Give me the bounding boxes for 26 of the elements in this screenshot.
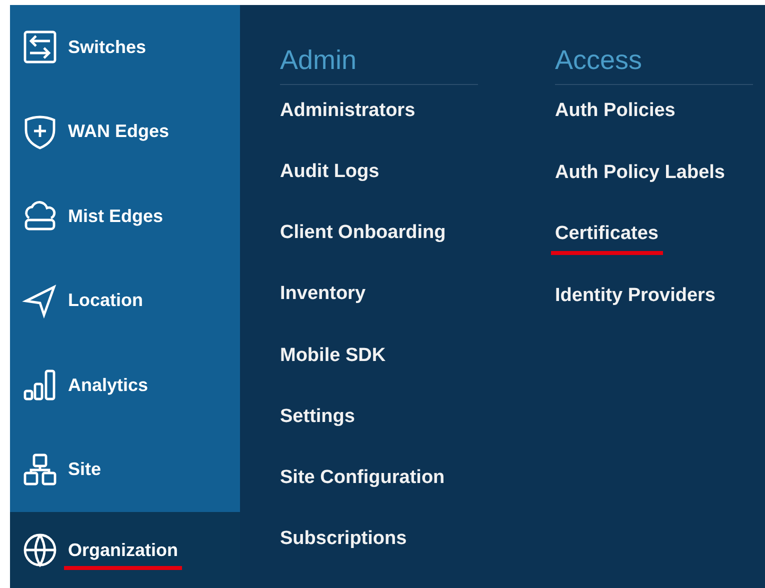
sidebar-item[interactable]: Mist Edges	[10, 174, 240, 258]
menu-link[interactable]: Subscriptions	[280, 526, 407, 588]
sidebar-item[interactable]: Switches	[10, 5, 240, 90]
section-heading: Admin	[280, 45, 478, 85]
sidebar-item[interactable]: WAN Edges	[10, 90, 240, 174]
menu-link[interactable]: Inventory	[280, 282, 366, 344]
menu-link[interactable]: Audit Logs	[280, 160, 380, 222]
sidebar-item[interactable]: Location	[10, 258, 240, 343]
navigation-arrow-icon	[22, 282, 58, 319]
switch-icon	[22, 29, 58, 66]
menu-link[interactable]: Client Onboarding	[280, 221, 446, 282]
globe-icon	[22, 532, 58, 568]
menu-link[interactable]: Auth Policy Labels	[555, 160, 725, 222]
menu-link[interactable]: Site Configuration	[280, 466, 445, 527]
sidebar-item[interactable]: Analytics	[10, 343, 240, 428]
menu-link[interactable]: Mobile SDK	[280, 344, 386, 405]
shield-plus-icon	[22, 114, 58, 150]
sidebar-item[interactable]: Organization	[10, 512, 240, 588]
menu-link[interactable]: Identity Providers	[555, 284, 716, 346]
sidebar-item[interactable]: Site	[10, 428, 240, 512]
blocks-icon	[22, 452, 58, 488]
menu-link[interactable]: Auth Policies	[555, 99, 676, 161]
menu-link[interactable]: Settings	[280, 404, 355, 466]
section-heading: Access	[555, 45, 753, 85]
menu-link[interactable]: Administrators	[280, 99, 416, 160]
menu-link[interactable]: Certificates	[555, 222, 658, 284]
